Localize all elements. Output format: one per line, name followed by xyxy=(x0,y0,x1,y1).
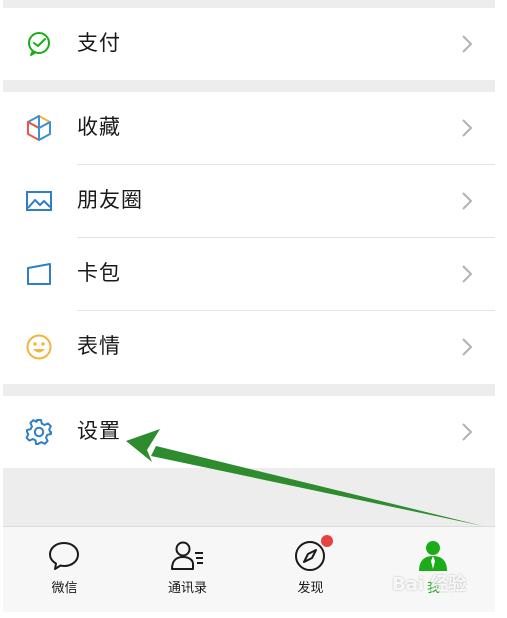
chevron-right-icon xyxy=(461,191,473,211)
chevron-right-icon xyxy=(461,337,473,357)
chevron-right-icon xyxy=(461,264,473,284)
tab-label: 通讯录 xyxy=(167,581,207,596)
gear-icon xyxy=(25,418,53,446)
tab-chats[interactable]: 微信 xyxy=(3,527,126,612)
menu-item-cards[interactable]: 卡包 xyxy=(3,238,495,310)
new-badge xyxy=(321,535,333,547)
chat-bubble-icon xyxy=(47,539,81,573)
features-group: 收藏 朋友圈 卡包 表情 xyxy=(3,92,495,384)
screen: 支付 收藏 朋友圈 卡包 表情 设置 微信 通讯录 发现 我 Bai 经验 xyxy=(0,0,507,618)
image-icon xyxy=(25,187,53,215)
menu-item-stickers[interactable]: 表情 xyxy=(3,311,495,383)
cube-icon xyxy=(25,114,53,142)
menu-item-label: 卡包 xyxy=(77,261,121,285)
tab-discover[interactable]: 发现 xyxy=(249,527,372,612)
menu-item-label: 收藏 xyxy=(77,115,121,139)
contacts-icon xyxy=(170,539,204,573)
me-page: 支付 收藏 朋友圈 卡包 表情 设置 微信 通讯录 发现 我 xyxy=(3,0,495,612)
watermark: Bai 经验 xyxy=(392,574,467,595)
tab-label: 发现 xyxy=(297,581,324,596)
tab-contacts[interactable]: 通讯录 xyxy=(126,527,249,612)
person-icon xyxy=(416,539,450,573)
menu-item-favorites[interactable]: 收藏 xyxy=(3,92,495,164)
chevron-right-icon xyxy=(461,118,473,138)
menu-item-label: 设置 xyxy=(77,419,121,443)
menu-item-moments[interactable]: 朋友圈 xyxy=(3,165,495,237)
tab-label: 微信 xyxy=(51,581,78,596)
card-icon xyxy=(25,260,53,288)
chevron-right-icon xyxy=(461,34,473,54)
wechat-pay-icon xyxy=(25,30,53,58)
chevron-right-icon xyxy=(461,422,473,442)
menu-item-pay[interactable]: 支付 xyxy=(3,8,495,80)
menu-item-label: 朋友圈 xyxy=(77,188,143,212)
pay-group: 支付 xyxy=(3,8,495,80)
bottom-tab-bar: 微信 通讯录 发现 我 xyxy=(3,526,495,612)
menu-item-label: 表情 xyxy=(77,334,121,358)
menu-item-label: 支付 xyxy=(77,31,121,55)
menu-item-settings[interactable]: 设置 xyxy=(3,396,495,468)
settings-group: 设置 xyxy=(3,396,495,468)
smile-icon xyxy=(25,333,53,361)
